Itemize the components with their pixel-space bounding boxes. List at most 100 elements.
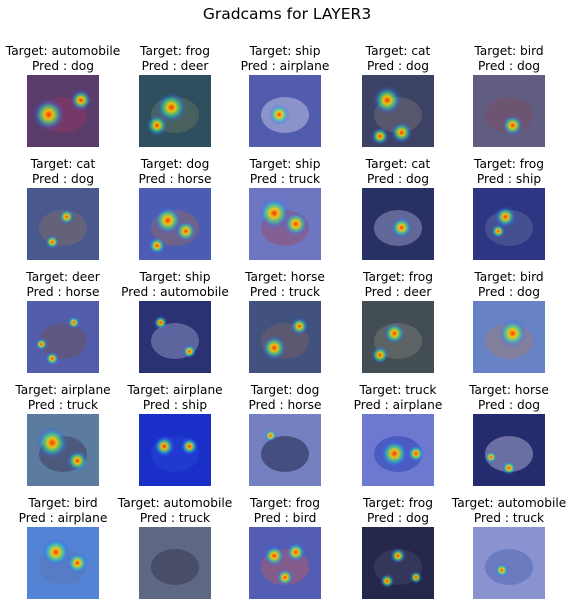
gradcam-panel: Target: horse Pred : truck <box>228 270 342 384</box>
gradcam-panel: Target: frog Pred : deer <box>341 270 455 384</box>
heatmap-overlay <box>362 527 434 599</box>
gradcam-image <box>249 414 321 486</box>
colormap-base <box>473 527 545 599</box>
heat-spot <box>66 450 89 472</box>
pred-label: Pred : ship <box>476 172 542 186</box>
gradcam-panel: Target: automobile Pred : truck <box>118 496 232 610</box>
gradcam-image <box>362 301 434 373</box>
gradcam-panel: Target: deer Pred : horse <box>6 270 120 384</box>
colormap-base <box>473 414 545 486</box>
pred-label: Pred : dog <box>478 285 540 299</box>
gradcam-image <box>27 188 99 260</box>
heat-spot <box>45 234 60 250</box>
heat-spot <box>175 220 197 242</box>
heat-spot <box>67 316 81 330</box>
target-label: Target: bird <box>474 270 544 284</box>
gradcam-image <box>139 414 211 486</box>
gradcam-panel: Target: ship Pred : automobile <box>118 270 232 384</box>
gradcam-image <box>249 188 321 260</box>
heat-spot <box>285 542 306 563</box>
heat-spot <box>491 224 506 239</box>
heatmap-overlay <box>473 301 545 373</box>
heat-spot <box>390 547 406 564</box>
gradcam-panel: Target: frog Pred : dog <box>341 496 455 610</box>
heatmap-overlay <box>139 188 211 260</box>
heat-spot <box>409 570 423 584</box>
gradcam-panel: Target: automobile Pred : truck <box>452 496 566 610</box>
gradcam-panel: Target: cat Pred : dog <box>341 157 455 271</box>
heatmap-overlay <box>362 188 434 260</box>
heat-spot <box>58 208 75 225</box>
figure-title: Gradcams for LAYER3 <box>202 5 372 23</box>
heatmap-overlay <box>139 527 211 599</box>
heat-spot <box>380 439 409 468</box>
heat-spot <box>268 103 290 126</box>
gradcam-image <box>249 75 321 147</box>
gradcam-image <box>249 527 321 599</box>
heat-spot <box>501 114 524 137</box>
colormap-base <box>473 75 545 147</box>
heat-spot <box>70 89 92 111</box>
colormap-base <box>249 301 321 373</box>
gradcam-image <box>27 414 99 486</box>
target-label: Target: horse <box>469 383 549 397</box>
heatmap-overlay <box>362 75 434 147</box>
gradcam-panel: Target: airplane Pred : truck <box>6 383 120 497</box>
heat-spot <box>390 216 413 239</box>
heatmap-overlay <box>362 301 434 373</box>
heatmap-overlay <box>139 414 211 486</box>
heatmap-overlay <box>27 527 99 599</box>
gradcam-panel: Target: bird Pred : dog <box>452 44 566 158</box>
heat-spot <box>36 426 69 459</box>
gradcam-panel: Target: frog Pred : ship <box>452 157 566 271</box>
gradcam-panel: Target: airplane Pred : ship <box>118 383 232 497</box>
heatmap-overlay <box>249 301 321 373</box>
heatmap-overlay <box>249 527 321 599</box>
heat-spot <box>380 573 395 589</box>
colormap-base <box>27 301 99 373</box>
heat-spot <box>66 552 89 574</box>
heat-spot <box>494 563 509 578</box>
gradcam-image <box>473 75 545 147</box>
heatmap-overlay <box>139 75 211 147</box>
heat-spot <box>407 444 425 463</box>
heat-spot <box>261 335 287 361</box>
heat-spot <box>276 568 294 587</box>
colormap-base <box>249 414 321 486</box>
heatmap-overlay <box>249 414 321 486</box>
gradcam-image <box>473 414 545 486</box>
colormap-base <box>27 188 99 260</box>
heatmap-overlay <box>362 414 434 486</box>
gradcam-panel: Target: bird Pred : airplane <box>6 496 120 610</box>
gradcam-panel: Target: automobile Pred : dog <box>6 44 120 158</box>
heatmap-overlay <box>249 188 321 260</box>
heat-spot <box>146 114 168 137</box>
heat-spot <box>153 315 168 330</box>
heatmap-overlay <box>473 75 545 147</box>
heat-spot <box>34 337 48 351</box>
gradcam-image <box>27 527 99 599</box>
gradcam-image <box>139 301 211 373</box>
heat-spot <box>383 322 406 345</box>
colormap-base <box>139 301 211 373</box>
target-label: Target: automobile <box>451 496 567 510</box>
gradcam-panel: Target: ship Pred : truck <box>228 157 342 271</box>
heatmap-overlay <box>139 301 211 373</box>
gradcam-image <box>362 527 434 599</box>
heat-spot <box>153 435 175 458</box>
gradcam-panel: Target: ship Pred : airplane <box>228 44 342 158</box>
heat-spot <box>498 319 527 348</box>
gradcam-image <box>249 301 321 373</box>
heat-spot <box>372 85 402 115</box>
gradcam-image <box>362 75 434 147</box>
pred-label: Pred : dog <box>478 59 540 73</box>
heatmap-overlay <box>27 75 99 147</box>
gradcam-panel: Target: horse Pred : dog <box>452 383 566 497</box>
gradcam-image <box>362 188 434 260</box>
heatmap-overlay <box>27 414 99 486</box>
gradcam-panel: Target: bird Pred : dog <box>452 270 566 384</box>
gradcam-image <box>362 414 434 486</box>
gradcam-panel: Target: cat Pred : dog <box>341 44 455 158</box>
gradcam-image <box>139 188 211 260</box>
pred-label: Pred : dog <box>478 398 540 412</box>
